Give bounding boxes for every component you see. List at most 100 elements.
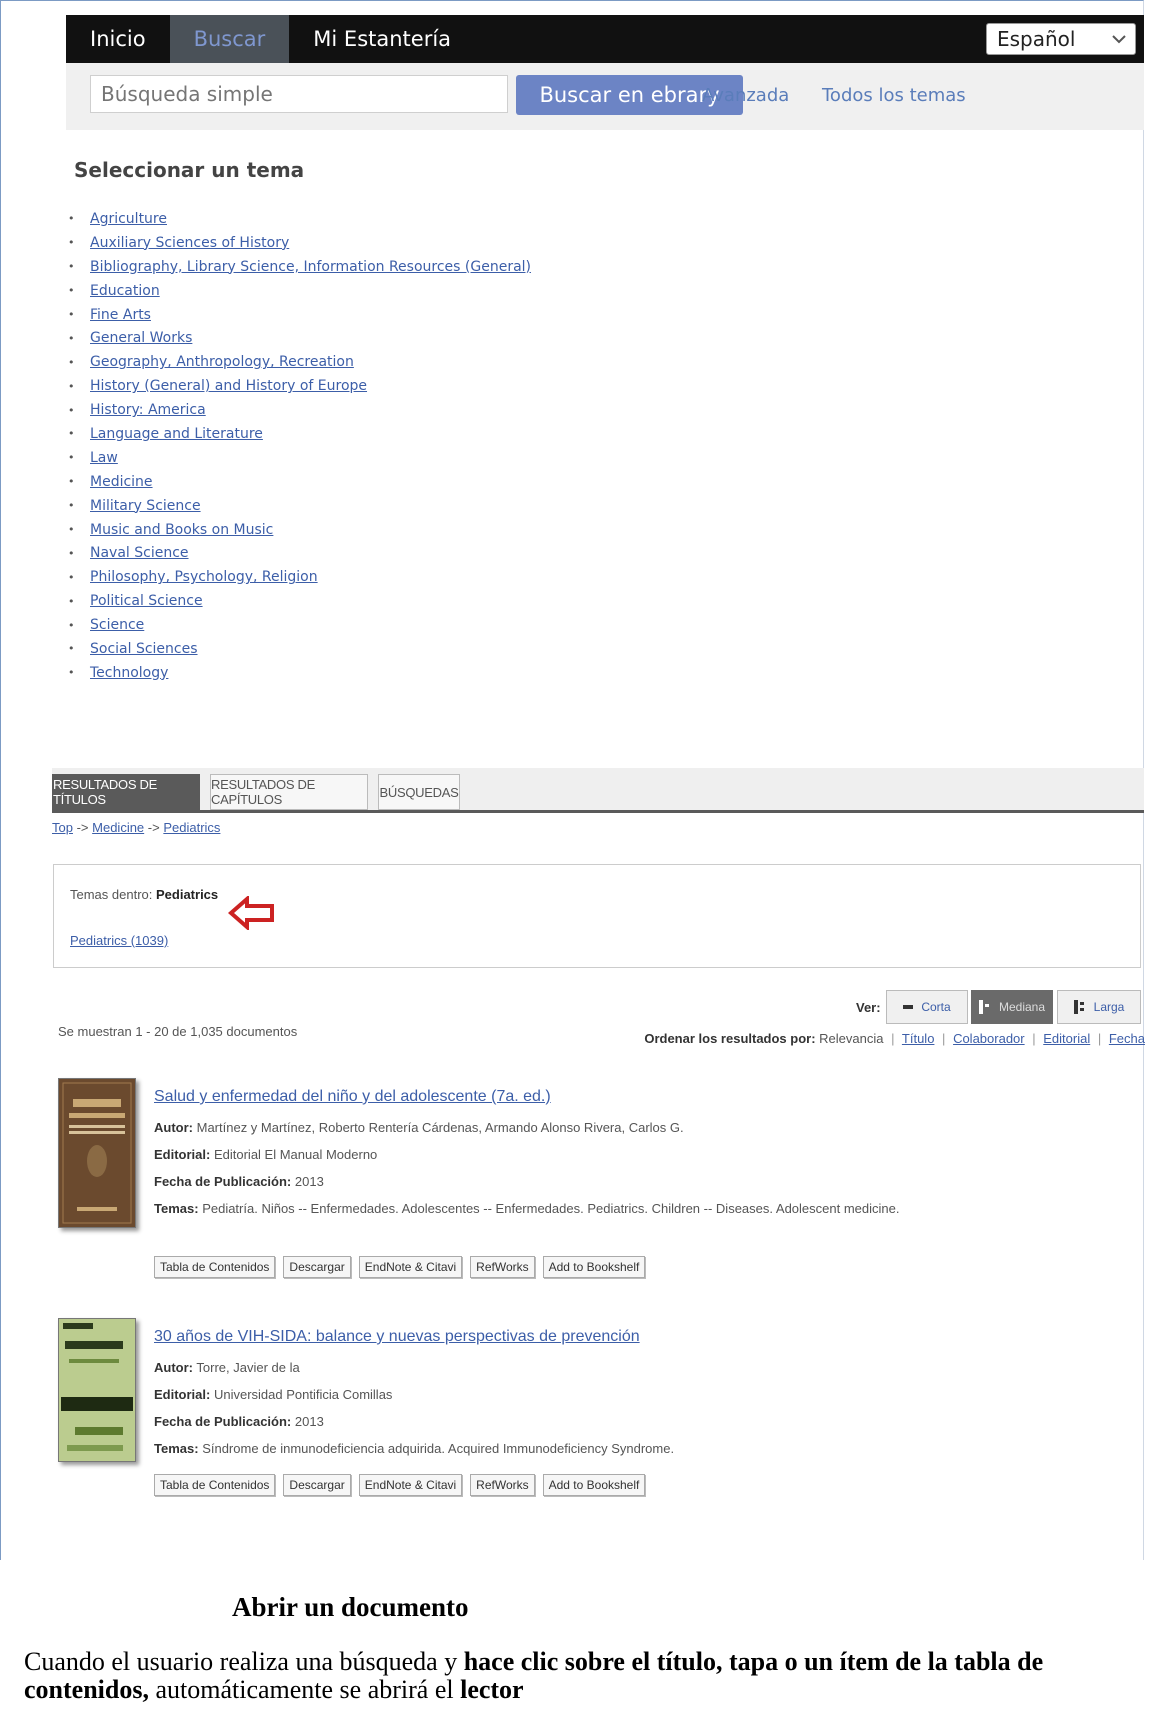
topic-link[interactable]: Language and Literature (90, 426, 263, 442)
subjects-label: Temas: (154, 1201, 199, 1216)
doc-heading: Abrir un documento (232, 1592, 469, 1622)
date-label: Fecha de Publicación: (154, 1414, 292, 1429)
breadcrumb-top[interactable]: Top (52, 820, 73, 835)
view-larga-button[interactable]: Larga (1057, 990, 1141, 1024)
breadcrumb-medicine[interactable]: Medicine (92, 820, 144, 835)
subjects-within-value: Pediatrics (156, 887, 219, 902)
sort-option-editorial[interactable]: Editorial (1043, 1031, 1090, 1046)
sort-option-fecha[interactable]: Fecha (1109, 1031, 1145, 1046)
sort-option-relevancia[interactable]: Relevancia (819, 1031, 883, 1046)
subjects-box: Temas dentro: Pediatrics Pediatrics (103… (53, 864, 1141, 968)
result-actions: Tabla de Contenidos Descargar EndNote & … (154, 1474, 646, 1496)
topic-link[interactable]: Education (90, 283, 160, 299)
tab-inicio[interactable]: Inicio (66, 15, 170, 63)
topic-item: • Science (66, 613, 531, 637)
doc-paragraph: Cuando el usuario realiza una búsqueda y… (24, 1648, 1144, 1704)
tab-resultados-capitulos[interactable]: RESULTADOS DE CAPÍTULOS (210, 774, 368, 810)
sort-separator: | (942, 1031, 946, 1046)
bullet-icon: • (68, 451, 75, 465)
bullet-icon: • (68, 427, 75, 441)
topic-link[interactable]: Agriculture (90, 211, 167, 227)
chevron-down-icon (1112, 35, 1126, 44)
view-corta-button[interactable]: Corta (886, 990, 968, 1024)
sort-option-colaborador[interactable]: Colaborador (953, 1031, 1025, 1046)
topic-link[interactable]: Medicine (90, 474, 153, 490)
topic-link[interactable]: Philosophy, Psychology, Religion (90, 569, 318, 585)
author-label: Autor: (154, 1120, 193, 1135)
book-cover-image[interactable] (58, 1078, 136, 1228)
topic-item: • Technology (66, 661, 531, 685)
endnote-citavi-button[interactable]: EndNote & Citavi (358, 1256, 463, 1278)
breadcrumb-pediatrics[interactable]: Pediatrics (163, 820, 220, 835)
topic-link[interactable]: Naval Science (90, 545, 189, 561)
search-input[interactable] (90, 75, 508, 113)
topic-link[interactable]: Social Sciences (90, 641, 198, 657)
sort-label: Ordenar los resultados por: (644, 1031, 816, 1046)
topic-link[interactable]: Science (90, 617, 144, 633)
result-actions: Tabla de Contenidos Descargar EndNote & … (154, 1256, 646, 1278)
bullet-icon: • (68, 642, 75, 656)
topic-link[interactable]: History (General) and History of Europe (90, 378, 367, 394)
topic-link[interactable]: General Works (90, 330, 192, 346)
all-topics-link[interactable]: Todos los temas (822, 85, 966, 106)
bullet-icon: • (68, 331, 75, 345)
result-meta: 30 años de VIH-SIDA: balance y nuevas pe… (154, 1328, 674, 1462)
sort-row: Ordenar los resultados por: Relevancia |… (644, 1031, 1145, 1046)
sort-separator: | (1032, 1031, 1036, 1046)
top-nav: Inicio Buscar Mi Estantería Español (66, 15, 1144, 63)
doc-paragraph-part: automáticamente se abrirá el (148, 1675, 461, 1704)
book-cover-image[interactable] (58, 1318, 136, 1462)
add-to-bookshelf-button[interactable]: Add to Bookshelf (542, 1256, 646, 1278)
refworks-button[interactable]: RefWorks (470, 1256, 535, 1278)
result-date: Fecha de Publicación: 2013 (154, 1408, 674, 1435)
bullet-icon: • (68, 570, 75, 584)
language-value: Español (997, 27, 1076, 51)
subject-link-pediatrics[interactable]: Pediatrics (1039) (70, 933, 168, 948)
topic-link[interactable]: History: America (90, 402, 206, 418)
topic-link[interactable]: Political Science (90, 593, 203, 609)
download-button[interactable]: Descargar (283, 1256, 351, 1278)
date-value: 2013 (294, 1174, 324, 1189)
results-count: Se muestran 1 - 20 de 1,035 documentos (58, 1024, 298, 1039)
topic-item: • Agriculture (66, 207, 531, 231)
tab-buscar[interactable]: Buscar (169, 15, 290, 63)
publisher-label: Editorial: (154, 1147, 211, 1162)
add-to-bookshelf-button[interactable]: Add to Bookshelf (542, 1474, 646, 1496)
topic-link[interactable]: Geography, Anthropology, Recreation (90, 354, 354, 370)
result-meta: Salud y enfermedad del niño y del adoles… (154, 1088, 899, 1222)
sort-separator: | (1097, 1031, 1102, 1046)
topic-item: • Bibliography, Library Science, Informat… (66, 255, 531, 279)
bullet-icon: • (68, 618, 75, 632)
endnote-citavi-button[interactable]: EndNote & Citavi (358, 1474, 463, 1496)
topic-item: • Political Science (66, 589, 531, 613)
tab-resultados-titulos[interactable]: RESULTADOS DE TÍTULOS (52, 774, 200, 810)
view-mediana-button[interactable]: Mediana (971, 990, 1053, 1024)
result-title-link[interactable]: 30 años de VIH-SIDA: balance y nuevas pe… (154, 1328, 674, 1346)
topic-item: • History: America (66, 398, 531, 422)
table-of-contents-button[interactable]: Tabla de Contenidos (154, 1474, 276, 1496)
result-author: Autor: Martínez y Martínez, Roberto Rent… (154, 1114, 899, 1141)
publisher-value: Universidad Pontificia Comillas (213, 1387, 393, 1402)
sort-option-titulo[interactable]: Título (902, 1031, 935, 1046)
refworks-button[interactable]: RefWorks (470, 1474, 535, 1496)
tab-busquedas[interactable]: BÚSQUEDAS (378, 774, 460, 810)
advanced-search-link[interactable]: Avanzada (702, 85, 789, 106)
topic-link[interactable]: Law (90, 450, 118, 466)
result-title-link[interactable]: Salud y enfermedad del niño y del adoles… (154, 1088, 899, 1106)
topic-link[interactable]: Fine Arts (90, 307, 151, 323)
bullet-icon: • (68, 236, 75, 250)
author-label: Autor: (154, 1360, 193, 1375)
topic-link[interactable]: Technology (90, 665, 168, 681)
medium-view-icon (978, 1000, 989, 1014)
tab-mi-estanteria[interactable]: Mi Estantería (289, 15, 475, 63)
topic-item: • Auxiliary Sciences of History (66, 231, 531, 255)
table-of-contents-button[interactable]: Tabla de Contenidos (154, 1256, 276, 1278)
download-button[interactable]: Descargar (283, 1474, 351, 1496)
topic-item: • Social Sciences (66, 637, 531, 661)
author-value: Martínez y Martínez, Roberto Rentería Cá… (196, 1120, 684, 1135)
topic-link[interactable]: Military Science (90, 498, 201, 514)
topic-link[interactable]: Bibliography, Library Science, Informati… (90, 259, 531, 275)
language-select[interactable]: Español (986, 23, 1136, 55)
topic-link[interactable]: Auxiliary Sciences of History (90, 235, 289, 251)
topic-link[interactable]: Music and Books on Music (90, 522, 273, 538)
